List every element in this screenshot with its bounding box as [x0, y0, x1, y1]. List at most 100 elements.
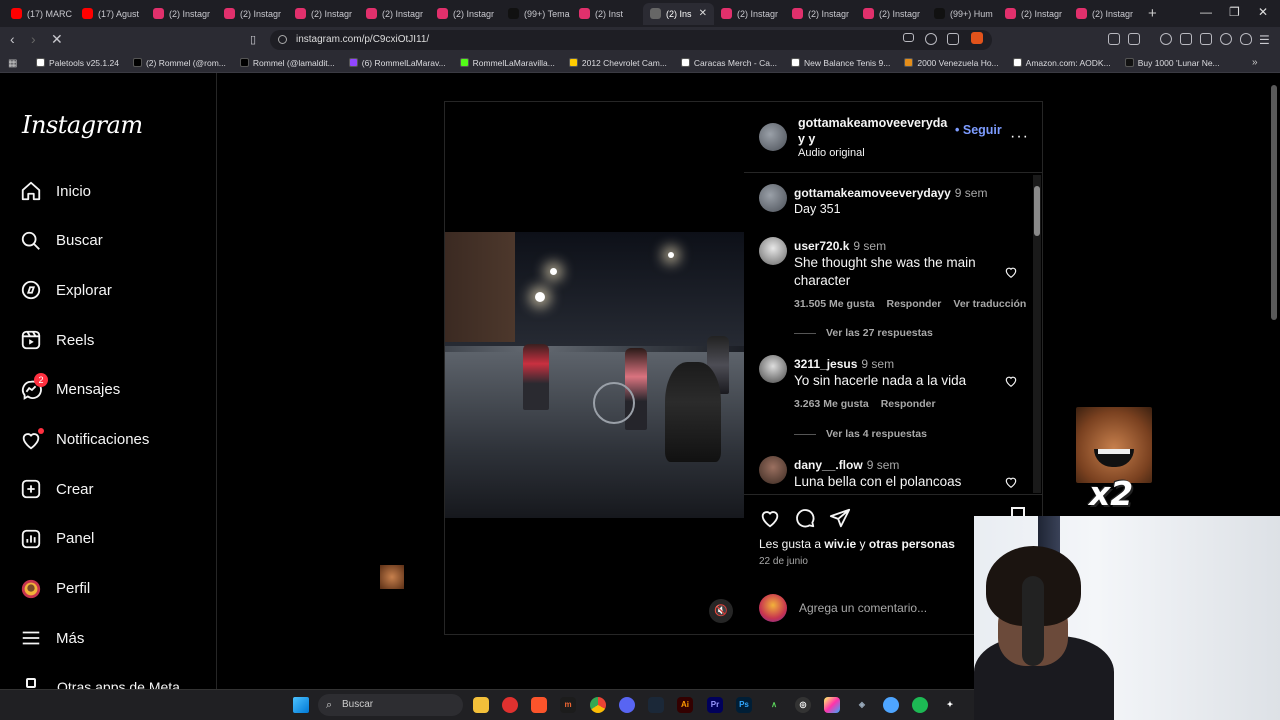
bookmark-item[interactable]: (2) Rommel (@rom... [132, 58, 226, 68]
caption-avatar[interactable] [759, 184, 787, 212]
forward-button[interactable]: › [31, 31, 36, 47]
comment-likes[interactable]: 31.505 Me gusta [794, 298, 875, 310]
file-explorer-icon[interactable] [473, 697, 489, 713]
sidebar-item-panel[interactable]: Panel [20, 526, 94, 552]
app-icon[interactable]: ◈ [854, 697, 870, 713]
browser-tab[interactable]: (2) Instagr [714, 3, 785, 25]
likes-user[interactable]: wiv.ie [824, 537, 856, 551]
bookmark-icon[interactable]: ▯ [250, 33, 256, 46]
close-window-button[interactable]: ✕ [1258, 5, 1268, 19]
audio-link[interactable]: Audio original [798, 147, 865, 159]
apps-grid-icon[interactable]: ▦ [8, 58, 17, 69]
app-icon[interactable]: ∧ [766, 697, 782, 713]
comment-like-heart-icon[interactable] [1004, 265, 1018, 279]
browser-tab[interactable]: (17) MARC [4, 3, 75, 25]
discord-icon[interactable] [619, 697, 635, 713]
follow-button[interactable]: • Seguir [955, 123, 1002, 137]
sidebar-item-explorar[interactable]: Explorar [20, 277, 112, 303]
comment-icon[interactable] [794, 507, 816, 529]
browser-tab[interactable]: (2) Instagr [146, 3, 217, 25]
sidebar-item-crear[interactable]: Crear [20, 476, 94, 502]
app-icon[interactable]: m [560, 697, 576, 713]
leo-ai-icon[interactable] [1220, 33, 1232, 45]
bookmark-item[interactable]: (6) RommelLaMarav... [348, 58, 446, 68]
brave-icon[interactable] [531, 697, 547, 713]
author-username[interactable]: gottamakeamoveeveryday y [798, 115, 953, 147]
caption-author[interactable]: gottamakeamoveeverydayy 9 sem [794, 186, 987, 200]
spotify-icon[interactable] [912, 697, 928, 713]
comment-username[interactable]: dany__.flow [794, 458, 863, 472]
comment-avatar[interactable] [759, 355, 787, 383]
bookmark-item[interactable]: Caracas Merch - Ca... [680, 58, 777, 68]
bookmark-item[interactable]: 2000 Venezuela Ho... [904, 58, 999, 68]
reel-video[interactable] [445, 232, 744, 518]
windows-start-icon[interactable] [293, 697, 309, 713]
browser-tab[interactable]: (17) Agust [75, 3, 146, 25]
comment-input[interactable]: Agrega un comentario... [799, 601, 927, 615]
app-icon[interactable] [824, 697, 840, 713]
new-tab-button[interactable]: + [1148, 5, 1157, 22]
mute-button[interactable]: 🔇 [709, 599, 733, 623]
minimize-button[interactable]: — [1200, 5, 1212, 19]
likes-others[interactable]: otras personas [869, 537, 955, 551]
app-icon[interactable]: ✦ [942, 697, 958, 713]
comment-username[interactable]: 3211_jesus [794, 357, 857, 371]
opera-icon[interactable] [502, 697, 518, 713]
back-button[interactable]: ‹ [10, 31, 15, 47]
maximize-button[interactable]: ❐ [1229, 5, 1240, 19]
comment-like-heart-icon[interactable] [1004, 475, 1018, 489]
bookmark-item[interactable]: Paletools v25.1.24 [36, 58, 119, 68]
browser-tab[interactable]: (2) Instagr [856, 3, 927, 25]
site-info-icon[interactable] [278, 35, 287, 44]
caption-username[interactable]: gottamakeamoveeverydayy [794, 186, 951, 200]
browser-tab[interactable]: (99+) Hum [927, 3, 998, 25]
sidebar-item-inicio[interactable]: Inicio [20, 178, 91, 204]
reply-link[interactable]: Responder [887, 298, 942, 310]
sidebar-item-reels[interactable]: Reels [20, 327, 94, 353]
more-options-icon[interactable]: ··· [1010, 128, 1029, 146]
comment-avatar[interactable] [759, 237, 787, 265]
comments-scroll-thumb[interactable] [1034, 186, 1040, 236]
sidebar-item-perfil[interactable]: Perfil [20, 576, 90, 602]
cast-icon[interactable] [903, 33, 914, 42]
comment-avatar[interactable] [759, 456, 787, 484]
comment-username[interactable]: user720.k [794, 239, 849, 253]
browser-tab[interactable]: (2) Instagr [288, 3, 359, 25]
steam-icon[interactable] [648, 697, 664, 713]
zoom-icon[interactable] [925, 33, 937, 45]
app-icon[interactable]: ◎ [795, 697, 811, 713]
browser-menu-icon[interactable]: ☰ [1259, 33, 1270, 47]
bookmark-item[interactable]: Buy 1000 'Lunar Ne... [1124, 58, 1220, 68]
brave-shield-icon[interactable] [971, 32, 983, 44]
stop-icon[interactable]: ✕ [51, 31, 63, 48]
like-heart-icon[interactable] [759, 507, 781, 529]
browser-tab[interactable]: (99+) Tema [501, 3, 572, 25]
view-replies-link[interactable]: Ver las 4 respuestas [794, 428, 927, 440]
browser-tab[interactable]: (2) Inst [572, 3, 643, 25]
media-icon[interactable] [1160, 33, 1172, 45]
illustrator-icon[interactable]: Ai [677, 697, 693, 713]
extensions-icon[interactable] [1108, 33, 1120, 45]
photoshop-icon[interactable]: Ps [736, 697, 752, 713]
bookmark-item[interactable]: RommelLaMaravilla... [459, 58, 555, 68]
instagram-logo[interactable]: Instagram [22, 111, 143, 139]
bookmark-item[interactable]: Rommel (@lamaldit... [239, 58, 335, 68]
share-send-icon[interactable] [829, 507, 851, 529]
sidebar-item-meta-apps[interactable]: Otras apps de Meta [57, 679, 180, 689]
bookmark-item[interactable]: 2012 Chevrolet Cam... [568, 58, 667, 68]
comment-likes[interactable]: 3.263 Me gusta [794, 398, 869, 410]
vpn-shield-icon[interactable] [1240, 33, 1252, 45]
author-avatar[interactable] [759, 123, 787, 151]
taskbar-search[interactable]: ⌕ Buscar [318, 694, 463, 716]
page-scrollbar[interactable] [1271, 85, 1277, 320]
close-tab-icon[interactable]: ✕ [699, 8, 707, 19]
translate-link[interactable]: Ver traducción [953, 298, 1026, 310]
wallet-icon[interactable] [1128, 33, 1140, 45]
sidebar-toggle-icon[interactable] [1180, 33, 1192, 45]
browser-tab[interactable]: (2) Instagr [785, 3, 856, 25]
bookmark-item[interactable]: Amazon.com: AODK... [1012, 58, 1111, 68]
bookmarks-overflow-icon[interactable]: » [1252, 57, 1258, 68]
url-bar[interactable]: instagram.com/p/C9cxiOtJI11/ [270, 30, 992, 50]
sidebar-item-notificaciones[interactable]: Notificaciones [20, 427, 149, 453]
wallet-panel-icon[interactable] [1200, 33, 1212, 45]
